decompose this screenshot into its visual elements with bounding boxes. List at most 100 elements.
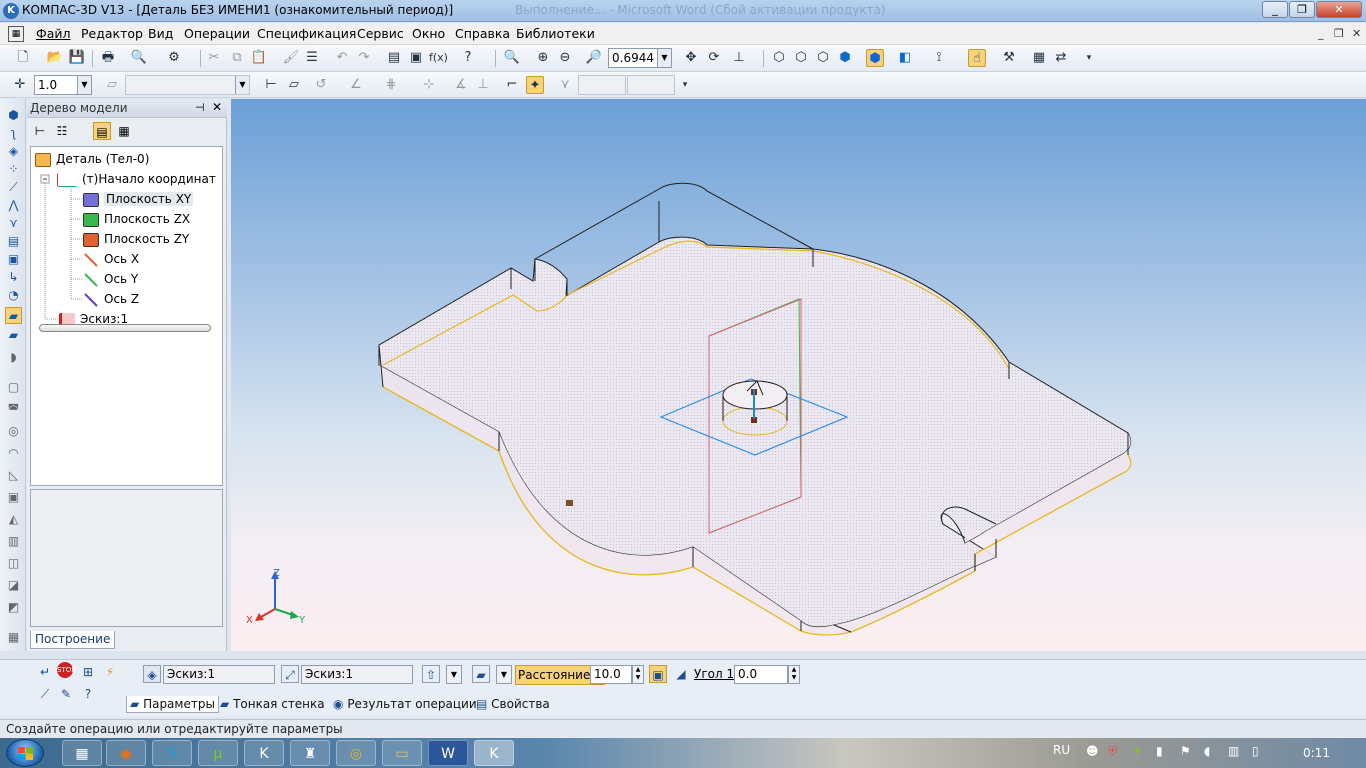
corner-icon[interactable]: ⌐ bbox=[503, 76, 521, 94]
coord-y-field[interactable] bbox=[627, 75, 675, 95]
preview-icon[interactable]: ⚡ bbox=[101, 663, 119, 681]
tray-antivirus-icon[interactable]: ⛨ bbox=[1108, 744, 1117, 759]
selection-icon[interactable]: ◔ bbox=[5, 287, 22, 304]
direction-icon[interactable]: ⇧ bbox=[422, 665, 440, 683]
zoom-in-icon[interactable]: ⊕ bbox=[534, 49, 552, 67]
chevron-down-icon[interactable]: ▼ bbox=[235, 76, 249, 94]
new-document-icon[interactable]: 🗋 bbox=[14, 49, 32, 67]
language-indicator[interactable]: RU bbox=[1053, 743, 1070, 757]
orientation-icon[interactable]: ⊥ bbox=[730, 49, 748, 67]
section-icon[interactable]: ◫ bbox=[5, 555, 22, 572]
tab-parameters[interactable]: ▰ Параметры bbox=[126, 696, 219, 713]
undo-step-icon[interactable]: ⟋ bbox=[36, 685, 54, 703]
rebuild-icon[interactable]: ▦ bbox=[1030, 49, 1048, 67]
refresh-icon[interactable]: ⇄ bbox=[1052, 49, 1070, 67]
function-fx-icon[interactable]: f(x) bbox=[429, 49, 448, 67]
tree-node-plane-xy[interactable]: Плоскость XY bbox=[83, 190, 194, 208]
mdi-minimize-button[interactable]: _ bbox=[1318, 27, 1324, 40]
taskbar-kompas-active-icon[interactable]: K bbox=[474, 740, 514, 766]
local-cs-icon[interactable]: ⊢ bbox=[262, 76, 280, 94]
close-button[interactable]: ✕ bbox=[1316, 1, 1362, 18]
taskbar-kompas-icon[interactable]: K bbox=[244, 740, 284, 766]
chevron-down-icon[interactable]: ▼ bbox=[657, 49, 671, 67]
tree-list-icon[interactable]: ▤ bbox=[93, 122, 111, 140]
hidden-lines-icon[interactable]: ⬡ bbox=[792, 49, 810, 67]
tree-node-plane-zx[interactable]: Плоскость ZX bbox=[83, 210, 190, 228]
menu-specification[interactable]: Спецификация bbox=[257, 26, 356, 41]
sketch-field-1[interactable]: Эскиз:1 bbox=[163, 665, 275, 684]
axis-snap-icon[interactable]: ⊥ bbox=[474, 76, 492, 94]
tab-operation-result[interactable]: ◉ Результат операции bbox=[333, 696, 477, 712]
create-object-icon[interactable]: ↵ bbox=[36, 663, 54, 681]
toolbar-overflow-icon[interactable]: ▾ bbox=[1080, 49, 1098, 67]
tree-info-icon[interactable]: ▦ bbox=[115, 122, 133, 140]
reports-icon[interactable]: ▣ bbox=[5, 251, 22, 268]
zoom-window-icon[interactable]: 🔍 bbox=[503, 49, 521, 67]
tree-horizontal-scrollbar[interactable] bbox=[39, 324, 211, 332]
extrude-type-icon[interactable]: ▰ bbox=[472, 665, 490, 683]
rib-icon[interactable]: ▥ bbox=[5, 533, 22, 550]
zoom-scale-icon[interactable]: 🔎 bbox=[585, 49, 603, 67]
kompas-app-icon[interactable]: K bbox=[3, 3, 19, 19]
print-preview-icon[interactable]: 🔍 bbox=[130, 49, 148, 67]
specification-icon[interactable]: ▤ bbox=[5, 233, 22, 250]
snap-icon[interactable]: ⊹ bbox=[420, 76, 438, 94]
menu-help[interactable]: Справка bbox=[455, 26, 510, 41]
model-viewport[interactable]: Z X Y bbox=[231, 99, 1366, 651]
cut-icon[interactable]: ✂ bbox=[205, 49, 223, 67]
document-menu-icon[interactable]: ▦ bbox=[8, 26, 24, 42]
variables-icon[interactable]: ▣ bbox=[407, 49, 425, 67]
redo-icon[interactable]: ↷ bbox=[355, 49, 373, 67]
wireframe-icon[interactable]: ⬡ bbox=[770, 49, 788, 67]
sheet-metal-icon[interactable]: ⋀ bbox=[5, 197, 22, 214]
menu-view[interactable]: Вид bbox=[148, 26, 173, 41]
surfaces-icon[interactable]: ◈ bbox=[5, 143, 22, 160]
tree-view[interactable]: Деталь (Тел-0) (т)Начало координат Плоск… bbox=[30, 146, 223, 486]
tray-user-icon[interactable]: ☻ bbox=[1086, 744, 1099, 758]
tab-thin-wall[interactable]: ▰ Тонкая стенка bbox=[220, 696, 325, 712]
zoom-out-icon[interactable]: ⊖ bbox=[556, 49, 574, 67]
dimensions-icon[interactable]: ↳ bbox=[5, 269, 22, 286]
menu-operations[interactable]: Операции bbox=[184, 26, 250, 41]
layer-icon[interactable]: ▱ bbox=[103, 76, 121, 94]
layer-combo[interactable]: ▼ bbox=[125, 75, 250, 95]
rotate-op-icon[interactable]: ◗ bbox=[5, 349, 22, 366]
start-button[interactable] bbox=[6, 739, 44, 767]
coordinates-icon[interactable]: ⋎ bbox=[556, 76, 574, 94]
plane-icon[interactable]: ▱ bbox=[285, 76, 303, 94]
mirror-icon[interactable]: ◩ bbox=[5, 599, 22, 616]
grid-icon[interactable]: ⋕ bbox=[382, 76, 400, 94]
menu-service[interactable]: Сервис bbox=[357, 26, 404, 41]
reference-icon[interactable]: ✎ bbox=[57, 685, 75, 703]
fillet-icon[interactable]: ◠ bbox=[5, 445, 22, 462]
angle-direction-icon[interactable]: ◢ bbox=[672, 665, 690, 683]
coord-x-field[interactable] bbox=[578, 75, 626, 95]
tab-construction[interactable]: Построение bbox=[30, 631, 116, 649]
shell-icon[interactable]: ▣ bbox=[5, 489, 22, 506]
extrude-icon[interactable]: ▰ bbox=[5, 327, 22, 344]
step-cursor-icon[interactable]: ✛ bbox=[11, 76, 29, 94]
brush-icon[interactable]: 🖌 bbox=[282, 49, 300, 67]
ortho-icon[interactable]: ∠ bbox=[347, 76, 365, 94]
tray-volume-icon[interactable]: ◖ bbox=[1204, 744, 1210, 758]
sketch-field-2[interactable]: Эскиз:1 bbox=[301, 665, 413, 684]
taskbar-game-icon[interactable]: ♜ bbox=[290, 740, 330, 766]
step-combo[interactable]: 1.0 ▼ bbox=[34, 75, 92, 95]
taskbar-chrome-icon[interactable]: ◎ bbox=[336, 740, 376, 766]
auto-create-icon[interactable]: ⊞ bbox=[79, 663, 97, 681]
properties-list-icon[interactable]: ☰ bbox=[303, 49, 321, 67]
rotate-icon[interactable]: ⟳ bbox=[705, 49, 723, 67]
help-icon[interactable]: ? bbox=[79, 685, 97, 703]
tray-power-icon[interactable]: ▯ bbox=[1252, 744, 1259, 758]
manager-icon[interactable]: ▤ bbox=[385, 49, 403, 67]
kinematic-icon[interactable]: ▢ bbox=[5, 379, 22, 396]
loft-icon[interactable]: ◚ bbox=[5, 401, 22, 418]
minimize-button[interactable]: _ bbox=[1262, 1, 1288, 18]
taskbar-skype-icon[interactable]: S bbox=[152, 740, 192, 766]
menu-libraries[interactable]: Библиотеки bbox=[516, 26, 595, 41]
show-all-icon[interactable]: ☝ bbox=[968, 49, 986, 67]
tray-app-icon[interactable]: ✦ bbox=[1132, 744, 1142, 758]
close-icon[interactable]: ✕ bbox=[212, 100, 222, 114]
taskbar-word-icon[interactable]: W bbox=[428, 740, 468, 766]
spatial-curves-icon[interactable]: ʅ bbox=[5, 125, 22, 142]
